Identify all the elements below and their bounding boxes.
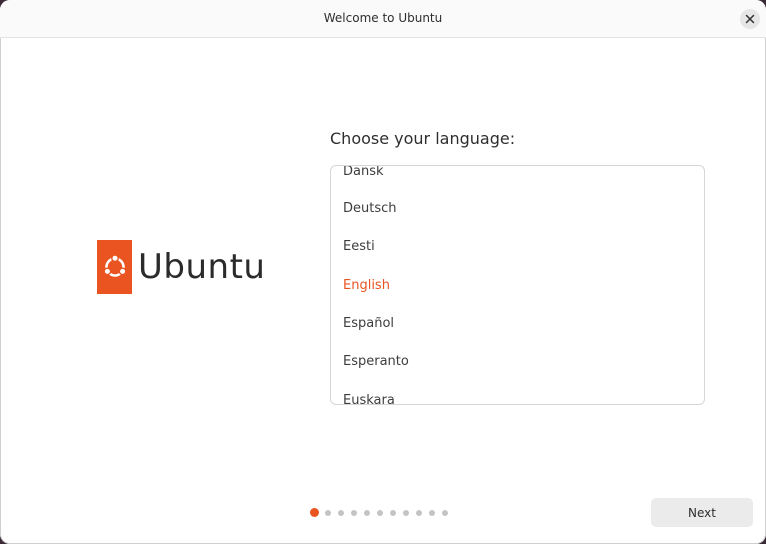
language-item[interactable]: Español [343,314,394,334]
step-dot [338,509,344,516]
step-dot [351,509,357,516]
step-dot [429,509,435,516]
window-title: Welcome to Ubuntu [323,11,443,25]
logo-square [97,240,132,294]
language-list[interactable]: Dansk Deutsch Eesti English Español Espe… [330,165,705,405]
title-bar: Welcome to Ubuntu [0,0,766,38]
step-dot [416,509,422,516]
language-item[interactable]: Dansk [343,166,384,182]
step-dot [442,509,448,516]
language-item[interactable]: Eesti [343,237,375,257]
language-item-selected[interactable]: English [343,276,390,296]
ubuntu-circle-of-friends-icon [103,254,126,277]
language-heading: Choose your language: [330,129,516,148]
step-dot [403,509,409,516]
step-dot [364,509,370,516]
step-indicator [310,508,455,517]
logo-wordmark: Ubuntu [138,247,266,287]
close-icon [745,14,755,24]
close-button[interactable] [740,9,760,29]
ubuntu-logo: Ubuntu [97,240,265,294]
step-dot [377,509,383,516]
step-dot [325,509,331,516]
language-item[interactable]: Esperanto [343,352,409,372]
step-dot [390,509,396,516]
language-item[interactable]: Deutsch [343,199,397,219]
next-button[interactable]: Next [651,498,753,527]
installer-window: Welcome to Ubuntu Ubuntu Choose your lan… [0,0,766,544]
language-item[interactable]: Euskara [343,391,395,404]
step-dot-active [310,508,319,517]
